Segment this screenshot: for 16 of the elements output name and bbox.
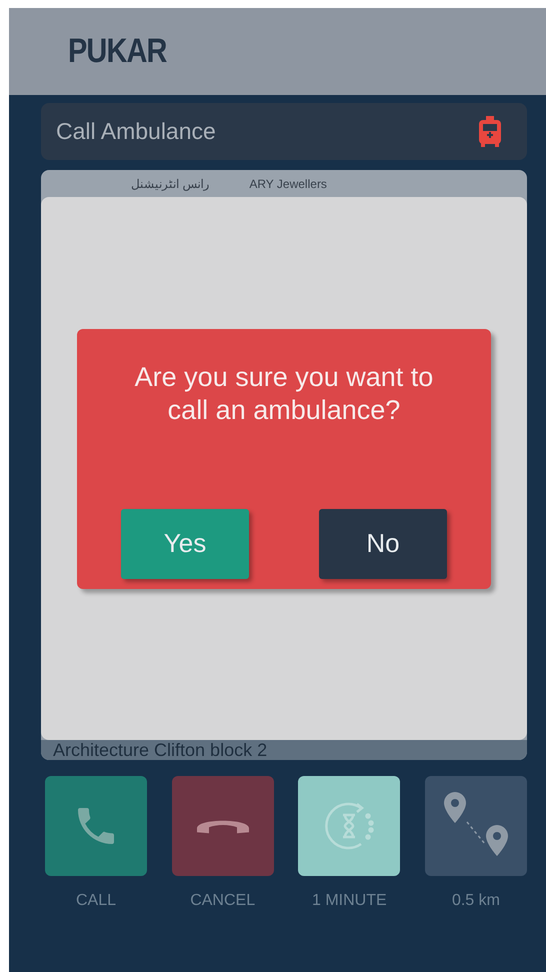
- distance-button[interactable]: [424, 776, 527, 876]
- action-label: 1 MINUTE: [312, 892, 387, 910]
- map-place-label: رانس انٹرنیشنل: [131, 177, 210, 191]
- action-label: 0.5 km: [452, 892, 500, 910]
- hang-up-icon: [196, 818, 249, 834]
- action-label: CALL: [76, 892, 116, 910]
- map-place-label: ARY Jewellers: [249, 177, 327, 191]
- cancel-button[interactable]: [172, 776, 274, 876]
- address-text: Architecture Clifton block 2: [53, 740, 268, 760]
- dialog-message: Are you sure you want to call an ambulance?: [134, 360, 434, 426]
- title-text: Call Ambulance: [56, 118, 216, 145]
- app-logo: PUKAR: [68, 32, 167, 71]
- call-button[interactable]: [45, 776, 147, 876]
- no-button[interactable]: No: [319, 508, 447, 578]
- action-label: CANCEL: [190, 892, 256, 910]
- ambulance-icon: [477, 116, 503, 148]
